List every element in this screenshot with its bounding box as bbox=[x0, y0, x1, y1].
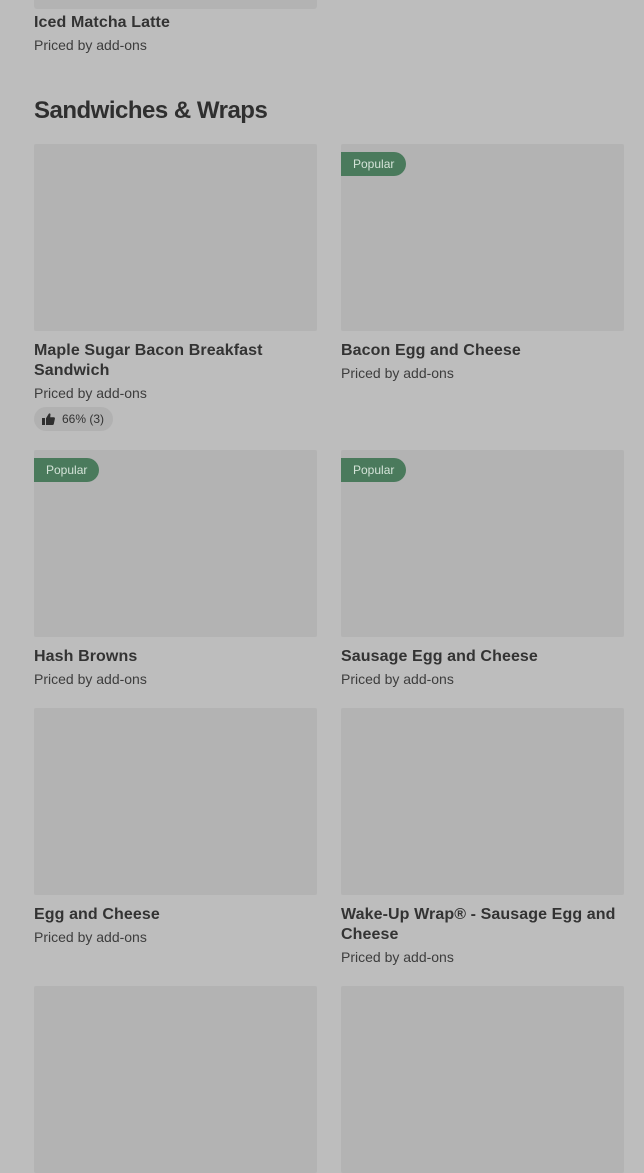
menu-item-card[interactable] bbox=[341, 986, 624, 1173]
popular-badge: Popular bbox=[341, 152, 407, 176]
item-price: Priced by add-ons bbox=[341, 365, 454, 381]
item-image[interactable] bbox=[341, 986, 624, 1173]
item-price: Priced by add-ons bbox=[34, 671, 147, 687]
menu-item-card[interactable]: Popular Hash Browns Priced by add-ons bbox=[34, 450, 317, 688]
item-name: Hash Browns bbox=[34, 648, 138, 665]
item-image[interactable]: Popular bbox=[34, 450, 317, 637]
rating-badge: 66% (3) bbox=[34, 407, 114, 431]
menu-item-card[interactable]: Popular Sausage Egg and Cheese Priced by… bbox=[341, 450, 624, 688]
item-price: Priced by add-ons bbox=[34, 385, 147, 401]
menu-item-card[interactable]: Wake-Up Wrap® - Sausage Egg and Cheese P… bbox=[341, 708, 624, 966]
item-price: Priced by add-ons bbox=[34, 929, 147, 945]
item-image[interactable] bbox=[34, 144, 317, 331]
menu-item-card[interactable]: Popular Bacon Egg and Cheese Priced by a… bbox=[341, 144, 624, 382]
item-name: Egg and Cheese bbox=[34, 906, 160, 923]
popular-badge: Popular bbox=[341, 458, 407, 482]
menu-item-card[interactable] bbox=[34, 986, 317, 1173]
item-image[interactable] bbox=[34, 708, 317, 895]
menu-item-card[interactable]: Maple Sugar Bacon Breakfast Sandwich Pri… bbox=[34, 144, 317, 431]
menu-item-iced-matcha-latte[interactable]: Iced Matcha Latte Priced by add-ons bbox=[34, 13, 317, 54]
item-name: Bacon Egg and Cheese bbox=[341, 342, 521, 359]
item-price: Priced by add-ons bbox=[341, 671, 454, 687]
item-price: Priced by add-ons bbox=[341, 949, 454, 965]
item-name: Maple Sugar Bacon Breakfast Sandwich bbox=[34, 342, 263, 379]
item-image[interactable]: Popular bbox=[341, 450, 624, 637]
rating-text: 66% (3) bbox=[62, 412, 105, 426]
item-image[interactable] bbox=[34, 986, 317, 1173]
item-image[interactable]: Popular bbox=[341, 144, 624, 331]
section-title: Sandwiches & Wraps bbox=[34, 97, 268, 124]
item-name: Sausage Egg and Cheese bbox=[341, 648, 538, 665]
menu-item-card[interactable]: Egg and Cheese Priced by add-ons bbox=[34, 708, 317, 946]
iced-matcha-latte-image[interactable] bbox=[34, 0, 317, 9]
popular-badge: Popular bbox=[34, 458, 100, 482]
item-name: Wake-Up Wrap® - Sausage Egg and Cheese bbox=[341, 906, 616, 943]
item-image[interactable] bbox=[341, 708, 624, 895]
item-name: Iced Matcha Latte bbox=[34, 14, 170, 31]
thumbs-up-icon bbox=[42, 413, 55, 425]
item-price: Priced by add-ons bbox=[34, 37, 147, 53]
